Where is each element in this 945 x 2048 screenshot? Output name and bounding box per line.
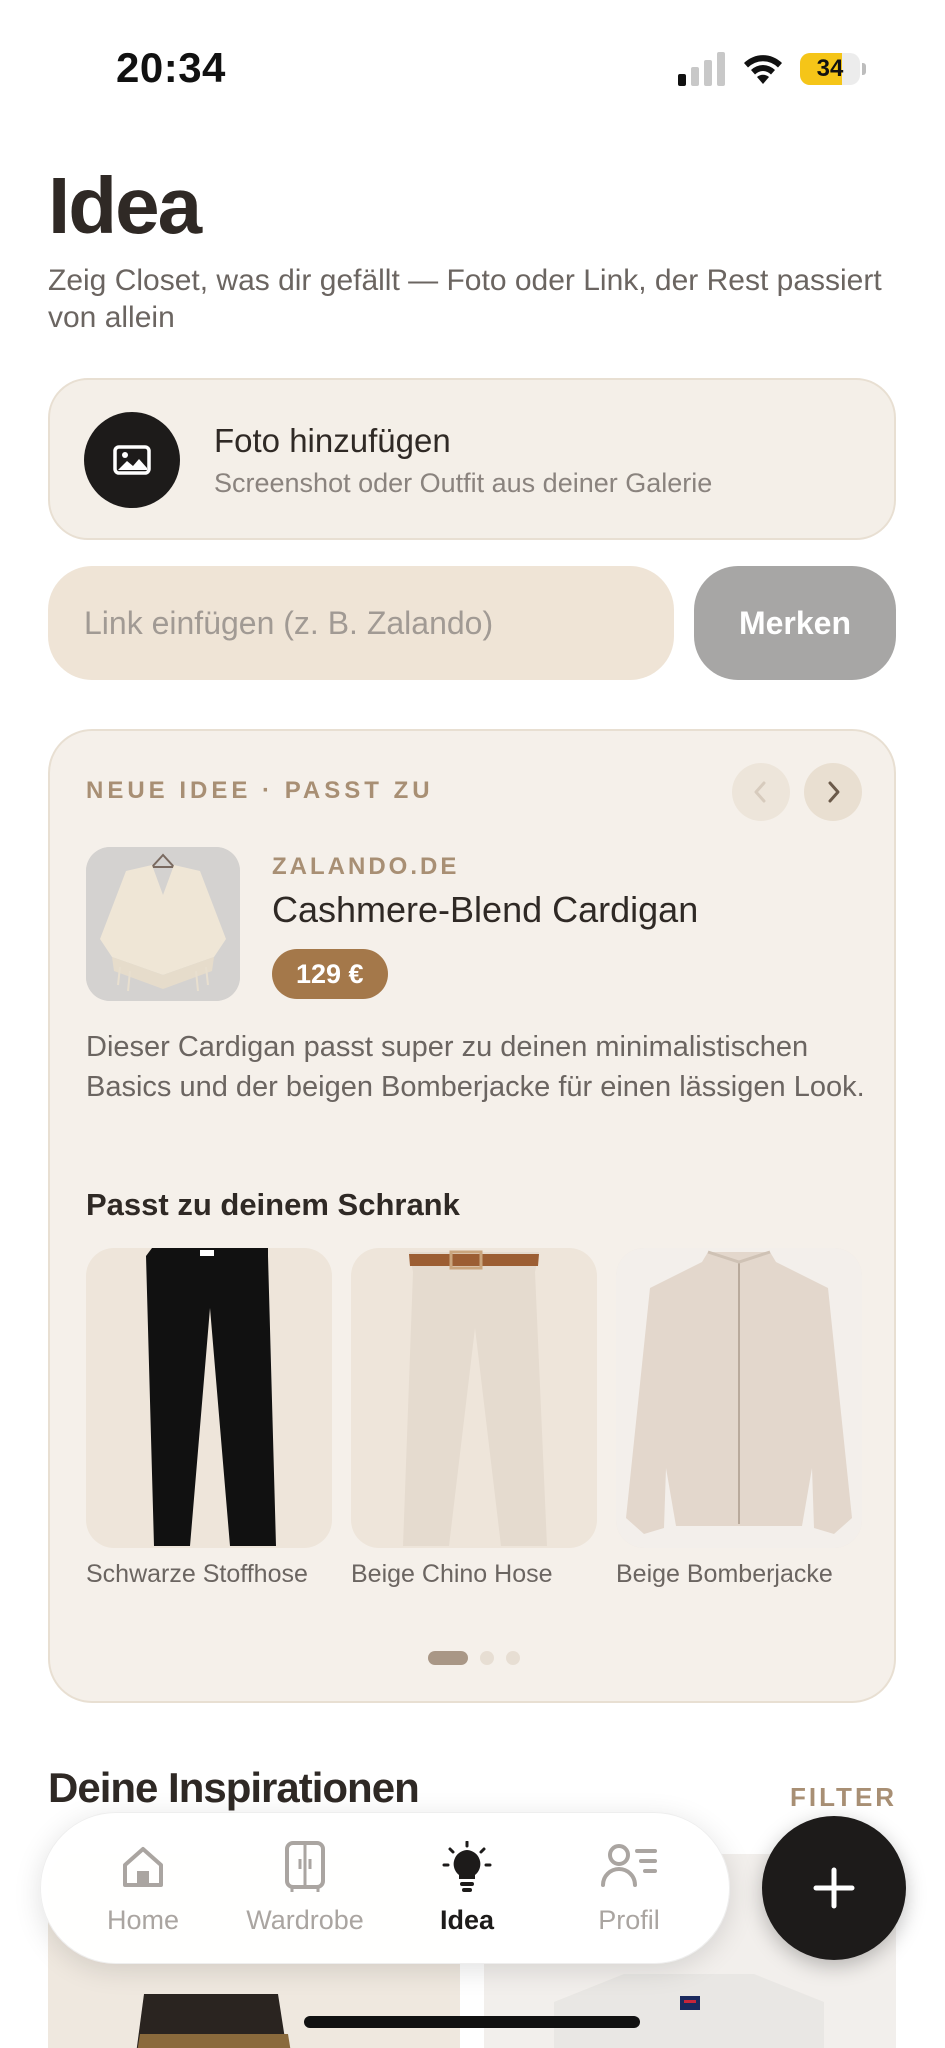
- cellular-signal-icon: [678, 52, 725, 86]
- link-input[interactable]: [48, 566, 674, 680]
- lightbulb-icon: [442, 1841, 492, 1892]
- add-button[interactable]: [762, 1816, 906, 1960]
- add-photo-title: Foto hinzufügen: [214, 422, 451, 459]
- filter-button[interactable]: FILTER: [790, 1782, 897, 1813]
- add-photo-card[interactable]: Foto hinzufügen Screenshot oder Outfit a…: [48, 378, 896, 540]
- product-image[interactable]: [86, 847, 240, 1001]
- tab-idea-label: Idea: [439, 1905, 495, 1935]
- battery-level: 34: [816, 55, 844, 82]
- status-time: 20:34: [116, 44, 226, 91]
- match-item-label: Schwarze Stoffhose: [86, 1560, 308, 1588]
- pagination-dot-active: [428, 1651, 468, 1665]
- home-indicator: [304, 2016, 640, 2028]
- match-item[interactable]: Schwarze Stoffhose: [86, 1248, 332, 1590]
- profile-icon: [601, 1844, 657, 1887]
- next-idea-button[interactable]: [804, 763, 862, 821]
- match-heading: Passt zu deinem Schrank: [86, 1187, 460, 1222]
- tab-home-label: Home: [106, 1905, 180, 1935]
- shop-name: ZALANDO.DE: [272, 853, 460, 880]
- chevron-left-icon: [754, 781, 766, 803]
- page-title: Idea: [48, 161, 202, 250]
- tab-profil-label: Profil: [598, 1905, 660, 1935]
- pagination-dot: [506, 1651, 520, 1665]
- wifi-icon: [744, 55, 782, 84]
- wardrobe-icon: [285, 1841, 325, 1892]
- chevron-right-icon: [828, 781, 840, 803]
- cardigan-image: [86, 847, 240, 1001]
- product-name: Cashmere-Blend Cardigan: [272, 889, 699, 930]
- tab-profil[interactable]: Profil: [549, 1841, 709, 1936]
- previous-idea-button[interactable]: [732, 763, 790, 821]
- image-icon: [113, 445, 151, 475]
- add-photo-subtitle: Screenshot oder Outfit aus deiner Galeri…: [214, 468, 713, 498]
- photo-icon-circle: [84, 412, 180, 508]
- tab-wardrobe-label: Wardrobe: [246, 1905, 364, 1935]
- tab-bar: Home Wardrobe Idea Profil: [40, 1812, 730, 1964]
- match-item[interactable]: Beige Bomberjacke: [616, 1248, 862, 1590]
- plus-icon: [813, 1867, 855, 1909]
- battery-icon: 34: [800, 53, 866, 85]
- pagination-dot: [480, 1651, 494, 1665]
- idea-card-label: NEUE IDEE · PASST ZU: [86, 777, 434, 804]
- beige-chinos-image: [351, 1248, 597, 1548]
- match-item-label: Beige Bomberjacke: [616, 1560, 833, 1588]
- inspirations-title: Deine Inspirationen: [48, 1764, 420, 1811]
- status-bar: 20:34 34: [0, 0, 945, 120]
- idea-card: NEUE IDEE · PASST ZU ZALANDO.DE Cashmere…: [48, 729, 896, 1703]
- match-item-label: Beige Chino Hose: [351, 1560, 553, 1588]
- beige-bomber-jacket-image: [616, 1248, 862, 1548]
- tab-home[interactable]: Home: [63, 1841, 223, 1936]
- price-badge: 129 €: [272, 949, 388, 999]
- page-subtitle: Zeig Closet, was dir gefällt — Foto oder…: [48, 264, 882, 334]
- tab-wardrobe[interactable]: Wardrobe: [225, 1841, 385, 1936]
- idea-description: Dieser Cardigan passt super zu deinen mi…: [86, 1031, 865, 1103]
- home-icon: [123, 1847, 163, 1887]
- save-link-button[interactable]: Merken: [694, 566, 896, 680]
- tab-idea[interactable]: Idea: [387, 1841, 547, 1936]
- match-item[interactable]: Beige Chino Hose: [351, 1248, 597, 1590]
- black-trousers-image: [86, 1248, 332, 1548]
